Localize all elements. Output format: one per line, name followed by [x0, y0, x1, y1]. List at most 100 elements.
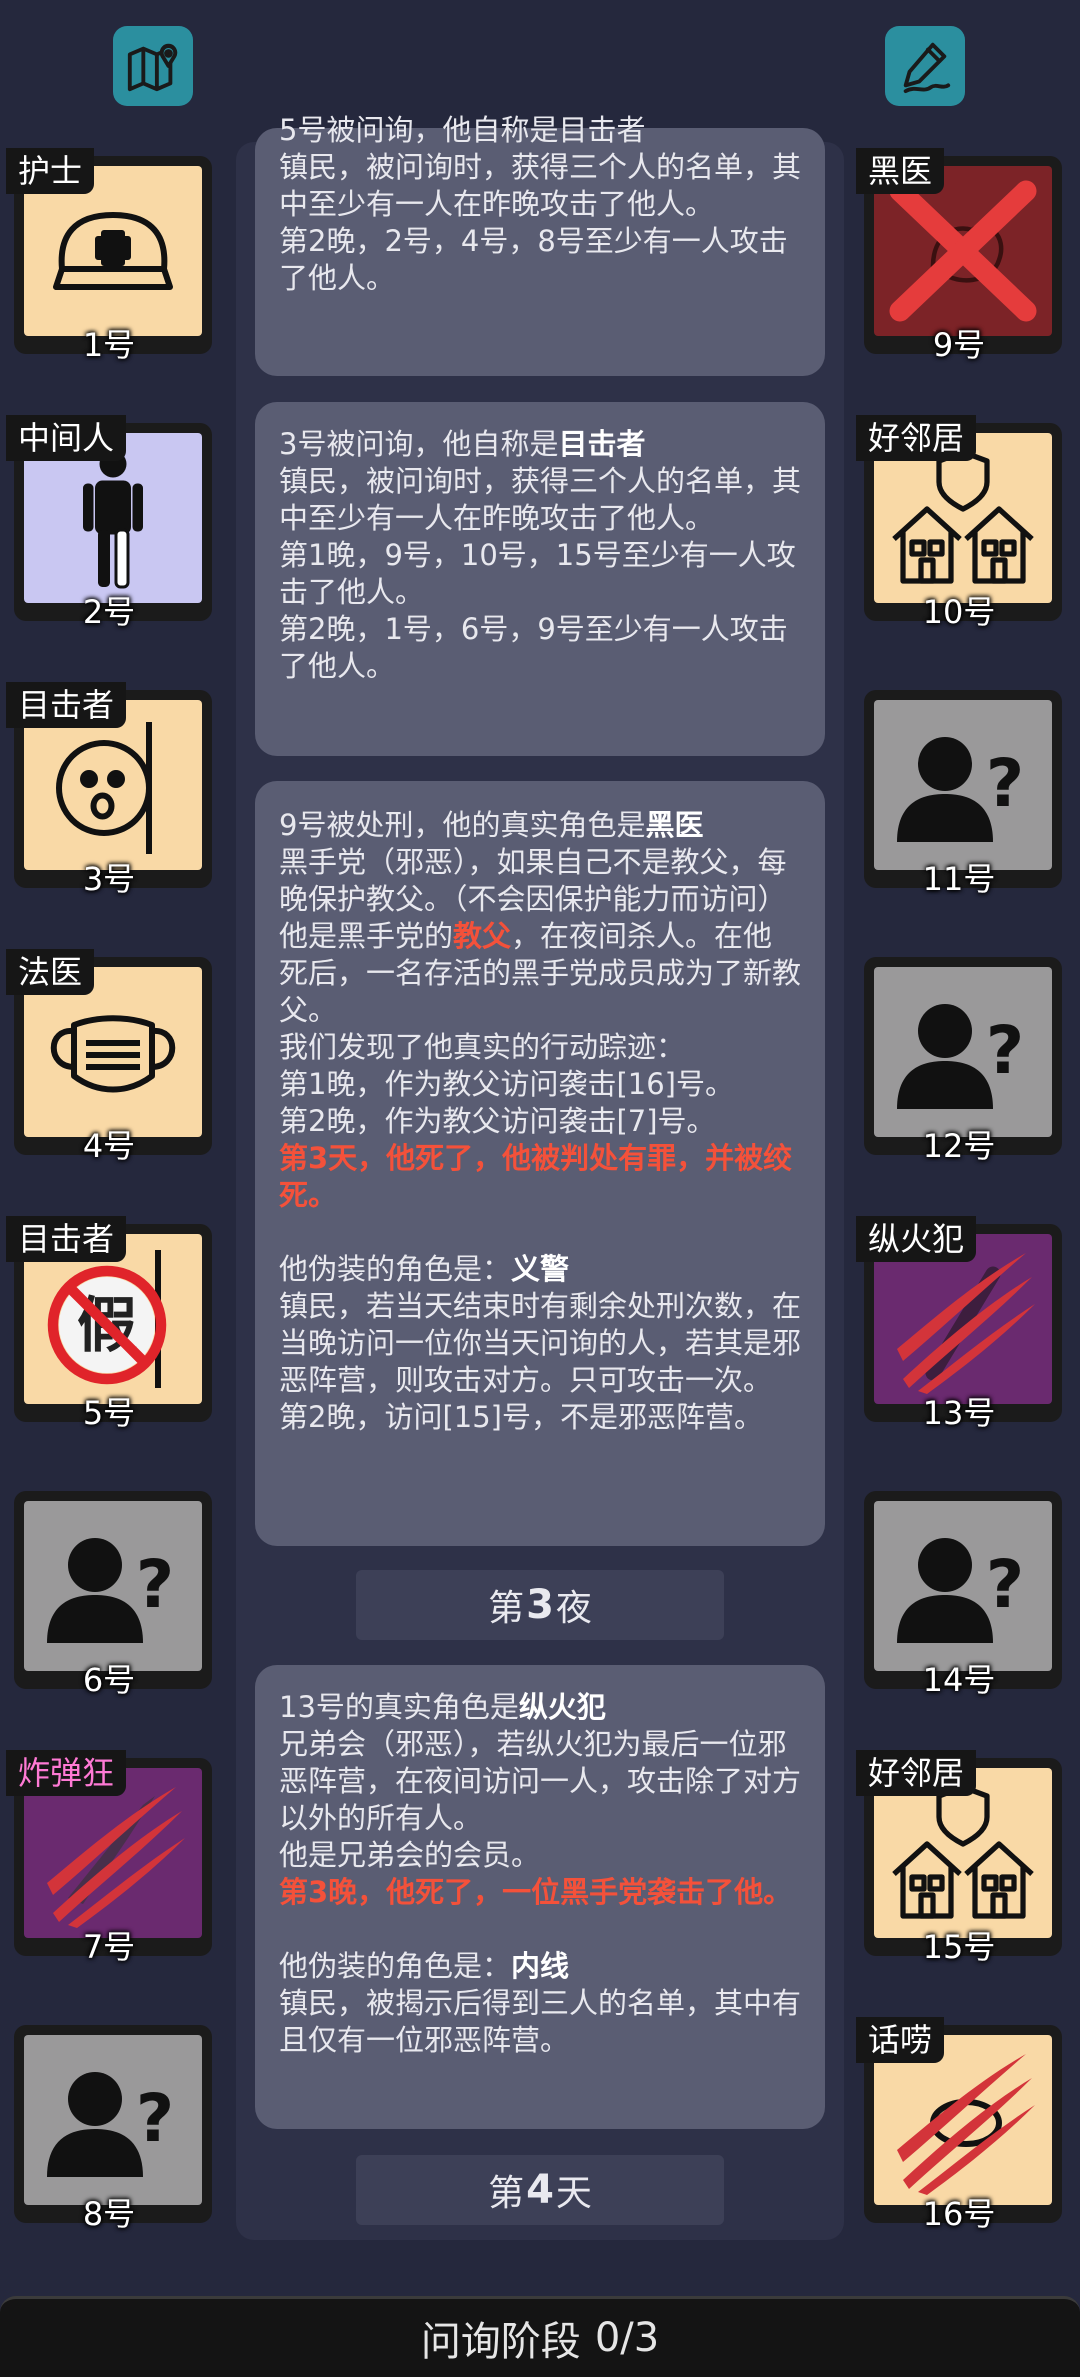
phase-divider-day-4: 第4天	[356, 2155, 724, 2225]
unknown-person-icon: ?	[897, 1538, 1024, 1643]
crossed-out-icon	[889, 180, 1037, 322]
pen-edit-icon	[903, 42, 951, 94]
phase-divider-night-3: 第3夜	[356, 1570, 724, 1640]
role-label: 好邻居	[856, 415, 977, 461]
player-tile-4[interactable]: 法医 4号	[6, 949, 212, 1165]
unknown-person-icon: ?	[897, 1004, 1024, 1109]
seat-number: 11号	[922, 860, 996, 898]
seat-number: 2号	[82, 593, 136, 631]
card-headline: 3号被问询，他自称是目击者	[279, 427, 646, 461]
unknown-person-icon: ?	[47, 2072, 174, 2177]
peeking-face-icon	[56, 722, 152, 854]
player-tile-13[interactable]: 纵火犯 13号	[856, 1216, 1062, 1432]
event-card: 5号被问询，他自称是目击者 镇民，被问询时，获得三个人的名单，其中至少有一人在昨…	[255, 113, 825, 376]
player-tile-11[interactable]: ? 11号	[856, 682, 1062, 898]
member-line: 他是兄弟会的会员。	[279, 1838, 541, 1872]
player-tile-15[interactable]: 好邻居 15号	[856, 1750, 1062, 1966]
player-tile-5[interactable]: 假 目击者 5号	[6, 1216, 212, 1432]
godfather-line: 他是黑手党的教父，在夜间杀人。在他死后，一名存活的黑手党成员成为了新教父。	[279, 919, 802, 1027]
claw-slash-icon	[897, 1253, 1035, 1394]
card-line: 第1晚，9号，10号，15号至少有一人攻击了他人。	[279, 538, 796, 609]
nurse-cap-icon	[53, 212, 173, 290]
card-line: 5号被问询，他自称是目击者	[279, 113, 646, 147]
person-figure-icon	[83, 450, 143, 589]
claw-slash-icon	[47, 1787, 185, 1928]
role-label: 中间人	[6, 415, 127, 461]
role-label: 炸弹狂	[6, 1750, 127, 1796]
svg-text:?: ?	[136, 2080, 174, 2157]
seat-number: 1号	[82, 326, 136, 364]
execution-card: 9号被处刑，他的真实角色是黑医 黑手党（邪恶），如果自己不是教父，每晚保护教父。…	[255, 781, 825, 1546]
map-pin-icon	[127, 43, 178, 92]
svg-text:?: ?	[986, 1546, 1024, 1623]
event-card: 3号被问询，他自称是目击者 镇民，被问询时，获得三个人的名单，其中至少有一人在昨…	[255, 402, 825, 756]
seat-number: 12号	[922, 1127, 996, 1165]
disguise-description: 镇民，被揭示后得到三人的名单，其中有且仅有一位邪恶阵营。	[279, 1986, 802, 2057]
seat-number: 10号	[922, 593, 996, 631]
card-headline: 9号被处刑，他的真实角色是黑医	[279, 808, 704, 842]
svg-text:?: ?	[136, 1546, 174, 1623]
seat-number: 15号	[922, 1928, 996, 1966]
role-description: 黑手党（邪恶），如果自己不是教父，每晚保护教父。（不会因保护能力而访问）	[279, 845, 787, 916]
svg-text:?: ?	[986, 1012, 1024, 1089]
role-label: 目击者	[6, 1216, 127, 1262]
seat-number: 4号	[82, 1127, 136, 1165]
player-tile-2[interactable]: 中间人 2号	[6, 415, 212, 631]
disguise-line: 他伪装的角色是：义警	[279, 1252, 570, 1286]
claw-slash-icon	[897, 2054, 1035, 2195]
trace-title: 我们发现了他真实的行动踪迹：	[279, 1030, 686, 1064]
role-label: 护士	[6, 148, 95, 194]
unknown-person-icon: ?	[897, 737, 1024, 842]
seat-number: 8号	[82, 2195, 136, 2233]
card-line: 镇民，被问询时，获得三个人的名单，其中至少有一人在昨晚攻击了他人。	[279, 464, 802, 535]
card-headline: 13号的真实角色是纵火犯	[279, 1690, 606, 1724]
seat-number: 6号	[82, 1661, 136, 1699]
seat-number: 3号	[82, 860, 136, 898]
role-label: 好邻居	[856, 1750, 977, 1796]
fake-stamp-icon: 假	[47, 1250, 167, 1388]
card-line: 第2晚，2号，4号，8号至少有一人攻击了他人。	[279, 224, 788, 295]
phase-status-bar[interactable]: 问询阶段 0/3	[0, 2296, 1080, 2377]
player-tile-16[interactable]: 话唠 16号	[856, 2017, 1062, 2233]
seat-number: 5号	[82, 1394, 136, 1432]
player-tile-6[interactable]: ? 6号	[6, 1483, 212, 1699]
houses-shield-icon	[892, 1784, 1034, 1919]
role-label: 目击者	[6, 682, 127, 728]
card-line: 第2晚，1号，6号，9号至少有一人攻击了他人。	[279, 612, 788, 683]
unknown-person-icon: ?	[47, 1538, 174, 1643]
role-label: 纵火犯	[856, 1216, 977, 1262]
seat-number: 9号	[932, 326, 986, 364]
face-mask-icon	[50, 1015, 176, 1093]
disguise-description: 镇民，若当天结束时有剩余处刑次数，在当晚访问一位你当天问询的人，若其是邪恶阵营，…	[279, 1289, 802, 1397]
player-tile-9[interactable]: 黑医 9号	[856, 148, 1062, 364]
role-description: 兄弟会（邪恶），若纵火犯为最后一位邪恶阵营，在夜间访问一人，攻击除了对方以外的所…	[279, 1727, 802, 1835]
seat-number: 16号	[922, 2195, 996, 2233]
trace-line: 第1晚，作为教父访问袭击[16]号。	[279, 1067, 734, 1101]
player-tile-7[interactable]: 炸弹狂 7号	[6, 1750, 212, 1966]
player-tile-1[interactable]: 护士 1号	[6, 148, 212, 364]
role-label: 话唠	[856, 2017, 945, 2063]
notes-edit-button[interactable]	[885, 26, 965, 106]
seat-number: 14号	[922, 1661, 996, 1699]
role-label: 黑医	[856, 148, 945, 194]
phase-progress: 0/3	[594, 2315, 660, 2361]
death-line: 第3晚，他死了，一位黑手党袭击了他。	[279, 1875, 793, 1909]
phase-label: 问询阶段	[420, 2319, 581, 2365]
seat-number: 7号	[82, 1928, 136, 1966]
houses-shield-icon	[892, 449, 1034, 584]
player-tile-12[interactable]: ? 12号	[856, 949, 1062, 1165]
death-line: 第3天，他死了，他被判处有罪，并被绞死。	[279, 1141, 793, 1212]
trace-line: 第2晚，作为教父访问袭击[7]号。	[279, 1104, 716, 1138]
player-tile-3[interactable]: 目击者 3号	[6, 682, 212, 898]
player-tile-14[interactable]: ? 14号	[856, 1483, 1062, 1699]
role-label: 法医	[6, 949, 95, 995]
seat-number: 13号	[922, 1394, 996, 1432]
event-card: 13号的真实角色是纵火犯 兄弟会（邪恶），若纵火犯为最后一位邪恶阵营，在夜间访问…	[255, 1665, 825, 2129]
player-tile-10[interactable]: 好邻居 10号	[856, 415, 1062, 631]
svg-text:?: ?	[986, 745, 1024, 822]
card-line: 镇民，被问询时，获得三个人的名单，其中至少有一人在昨晚攻击了他人。	[279, 150, 802, 221]
player-tile-8[interactable]: ? 8号	[6, 2017, 212, 2233]
disguise-line: 他伪装的角色是：内线	[279, 1949, 570, 1983]
disguise-result: 第2晚，访问[15]号，不是邪恶阵营。	[279, 1400, 763, 1434]
map-button[interactable]	[113, 26, 193, 106]
